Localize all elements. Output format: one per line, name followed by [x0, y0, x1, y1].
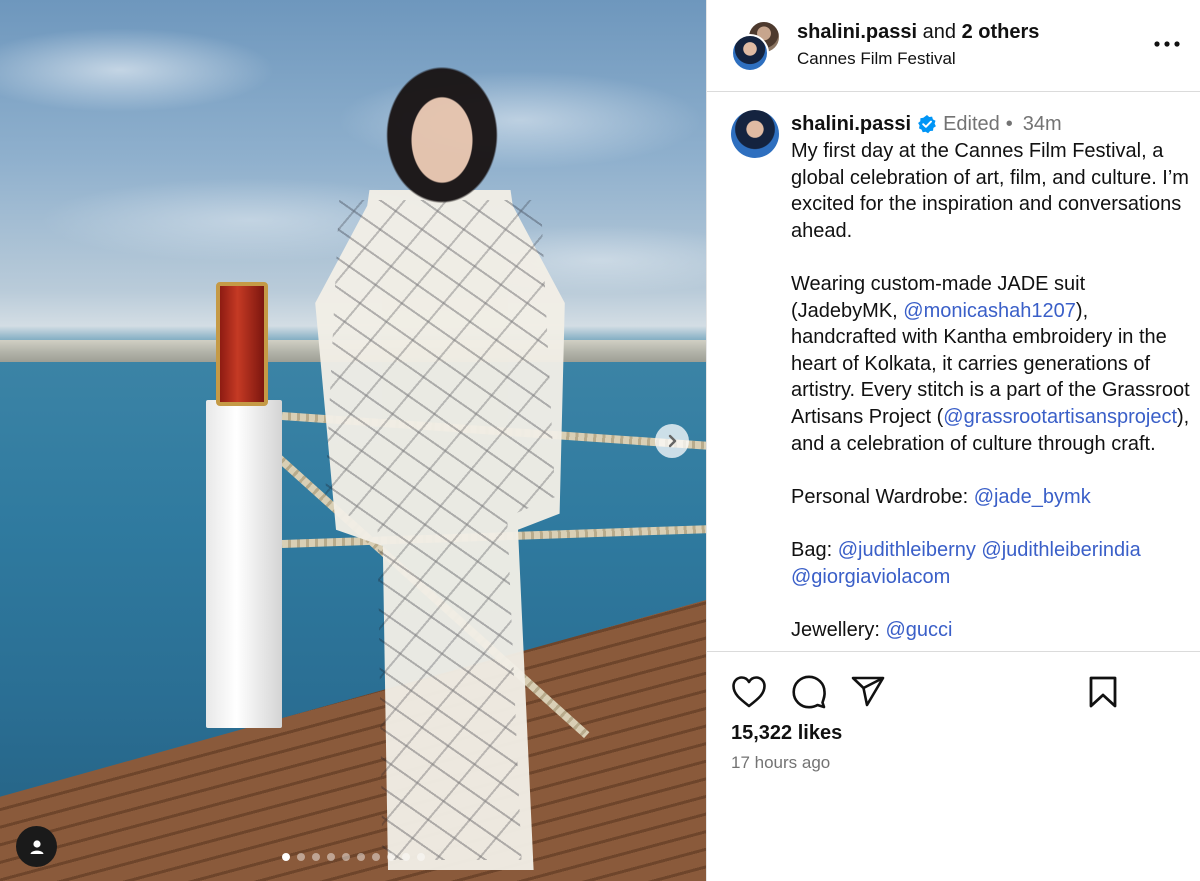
carousel-dot [282, 853, 290, 861]
mention-link[interactable]: @gucci [885, 619, 952, 641]
carousel-dot [312, 853, 320, 861]
carousel-dot [417, 853, 425, 861]
mention-link[interactable]: @jade_bymk [974, 486, 1091, 508]
caption-header: shalini.passi Edited • 34m [791, 112, 1191, 136]
mention-link[interactable]: @monicashah1207 [903, 300, 1076, 322]
comment-icon [792, 675, 826, 709]
caption-text: Jewellery: [791, 618, 886, 641]
post-actions-bar [707, 660, 1200, 720]
tagged-users-button[interactable] [16, 826, 57, 867]
like-button[interactable] [731, 674, 767, 710]
caption-paragraph: Personal Wardrobe: @jade_bymk [791, 484, 1191, 511]
caption-paragraph: My first day at the Cannes Film Festival… [791, 138, 1191, 244]
caption-text: Bag: [791, 538, 838, 561]
avatar[interactable] [731, 34, 769, 72]
caption-username-link[interactable]: shalini.passi [791, 111, 911, 138]
mention-link[interactable]: @giorgiaviolacom [791, 566, 950, 588]
heart-icon [732, 676, 766, 708]
other-authors-link[interactable]: 2 others [962, 21, 1040, 43]
post-authors: shalini.passi and 2 others [797, 21, 1039, 44]
likes-count[interactable]: 15,322 likes [731, 722, 842, 745]
bookmark-icon [1089, 676, 1117, 708]
photo-lantern [216, 282, 268, 406]
share-button[interactable] [850, 674, 886, 710]
post-location-link[interactable]: Cannes Film Festival [797, 49, 956, 69]
more-options-button[interactable] [1152, 32, 1182, 56]
meta-separator: • [1005, 112, 1013, 135]
author-username-link[interactable]: shalini.passi [797, 21, 917, 43]
carousel-dot [372, 853, 380, 861]
collab-avatars[interactable] [731, 20, 783, 72]
carousel-dot [357, 853, 365, 861]
caption-body: shalini.passi Edited • 34m My first day … [791, 112, 1191, 651]
caption-paragraph: Wearing custom-made JADE suit (JadebyMK,… [791, 271, 1191, 457]
photo-dock [0, 600, 706, 881]
caption-text: Personal Wardrobe: [791, 485, 974, 508]
carousel-dot [327, 853, 335, 861]
post-side-panel: shalini.passi and 2 others Cannes Film F… [706, 0, 1200, 881]
share-icon [851, 676, 885, 707]
carousel-indicator [282, 853, 425, 861]
post-timestamp[interactable]: 17 hours ago [731, 753, 830, 773]
caption-paragraph: Jewellery: @gucci [791, 617, 1191, 644]
carousel-dot [387, 853, 395, 861]
carousel-dot [297, 853, 305, 861]
tagged-user-icon [30, 839, 43, 854]
caption-scroll-area[interactable]: shalini.passi Edited • 34m My first day … [707, 92, 1200, 652]
edited-label: Edited [943, 112, 1000, 135]
post-header: shalini.passi and 2 others Cannes Film F… [707, 0, 1200, 92]
chevron-right-icon [668, 434, 677, 448]
mention-link[interactable]: @judithleiberindia [981, 539, 1140, 561]
more-options-icon [1154, 41, 1180, 47]
mention-link[interactable]: @judithleiberny [838, 539, 976, 561]
save-button[interactable] [1085, 674, 1121, 710]
caption-text: My first day at the Cannes Film Festival… [791, 140, 1189, 242]
caption-paragraph: Bag: @judithleiberny @judithleiberindia @… [791, 537, 1191, 590]
authors-conjunction: and [922, 21, 956, 43]
mention-link[interactable]: @grassrootartisansproject [943, 406, 1177, 428]
post-photo[interactable] [0, 0, 706, 881]
avatar[interactable] [731, 110, 779, 158]
post-age: 34m [1022, 112, 1062, 135]
carousel-dot [402, 853, 410, 861]
comment-button[interactable] [791, 674, 827, 710]
next-photo-button[interactable] [655, 424, 689, 458]
verified-badge-icon [917, 114, 937, 134]
carousel-dot [342, 853, 350, 861]
photo-bollard-post [206, 400, 282, 728]
